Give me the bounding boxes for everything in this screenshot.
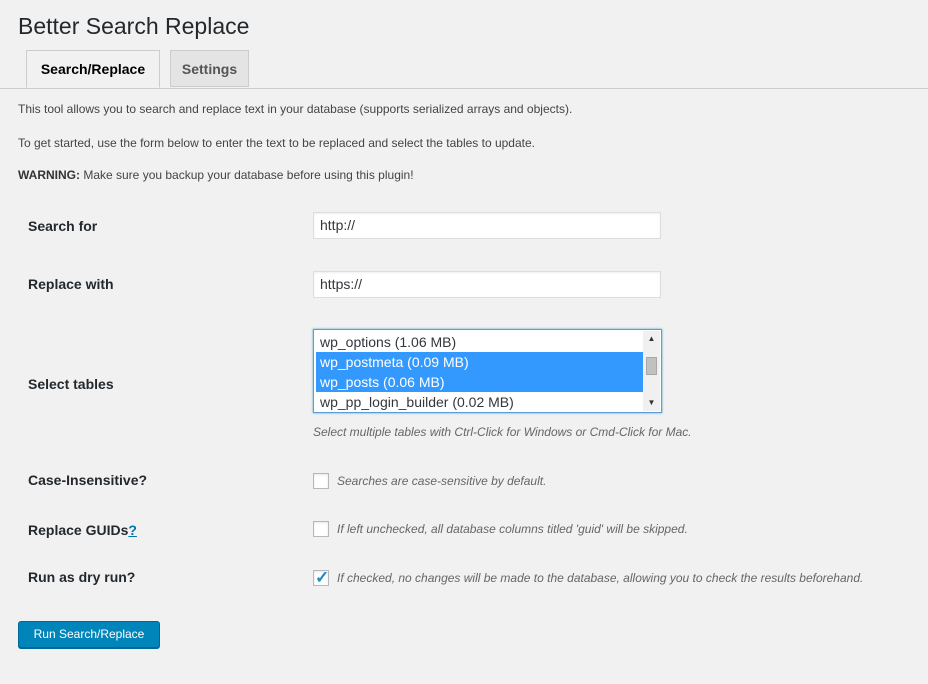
warning-label: WARNING:	[18, 168, 80, 182]
scroll-down-icon[interactable]: ▼	[643, 395, 660, 411]
plugin-page: Better Search Replace Search/Replace Set…	[0, 0, 928, 684]
run-search-replace-button[interactable]: Run Search/Replace	[18, 621, 160, 648]
intro-description: This tool allows you to search and repla…	[18, 102, 573, 116]
search-for-input[interactable]: http://	[313, 212, 661, 239]
tab-search-replace[interactable]: Search/Replace	[26, 50, 160, 88]
case-insensitive-label: Case-Insensitive?	[28, 472, 148, 488]
page-title: Better Search Replace	[18, 13, 250, 39]
dry-run-label: Run as dry run?	[28, 569, 136, 585]
replace-guids-checkbox[interactable]	[313, 521, 329, 537]
intro-warning: WARNING: Make sure you backup your datab…	[18, 167, 414, 183]
dry-run-help: If checked, no changes will be made to t…	[337, 571, 864, 585]
tables-multiselect[interactable]: wp_options (1.06 MB) wp_postmeta (0.09 M…	[313, 329, 662, 413]
table-option[interactable]: wp_posts (0.06 MB)	[316, 372, 643, 392]
replace-guids-label: Replace GUIDs?	[28, 520, 137, 540]
intro-instructions: To get started, use the form below to en…	[18, 136, 535, 150]
table-option[interactable]: wp_options (1.06 MB)	[316, 332, 643, 352]
checkmark-icon: ✓	[315, 568, 330, 587]
warning-text: Make sure you backup your database befor…	[80, 168, 414, 182]
tab-bar: Search/Replace Settings	[0, 50, 928, 89]
table-option[interactable]: wp_postmeta (0.09 MB)	[316, 352, 643, 372]
tab-settings[interactable]: Settings	[170, 50, 249, 87]
search-for-label: Search for	[28, 218, 98, 234]
scroll-thumb[interactable]	[646, 357, 657, 375]
replace-guids-help: If left unchecked, all database columns …	[337, 522, 688, 536]
replace-with-label: Replace with	[28, 276, 114, 292]
replace-with-input[interactable]: https://	[313, 271, 661, 298]
select-tables-help: Select multiple tables with Ctrl-Click f…	[313, 425, 692, 439]
scroll-up-icon[interactable]: ▲	[643, 331, 660, 347]
dry-run-checkbox[interactable]: ✓	[313, 568, 330, 587]
tables-scrollbar[interactable]: ▲ ▼	[643, 331, 660, 411]
replace-guids-help-link[interactable]: ?	[128, 522, 137, 538]
case-insensitive-checkbox[interactable]	[313, 473, 329, 489]
tables-option-list: wp_options (1.06 MB) wp_postmeta (0.09 M…	[316, 332, 643, 412]
replace-guids-label-text: Replace GUIDs	[28, 522, 129, 538]
case-insensitive-help: Searches are case-sensitive by default.	[337, 474, 547, 488]
table-option[interactable]: wp_pp_login_builder (0.02 MB)	[316, 392, 643, 412]
select-tables-label: Select tables	[28, 376, 114, 392]
